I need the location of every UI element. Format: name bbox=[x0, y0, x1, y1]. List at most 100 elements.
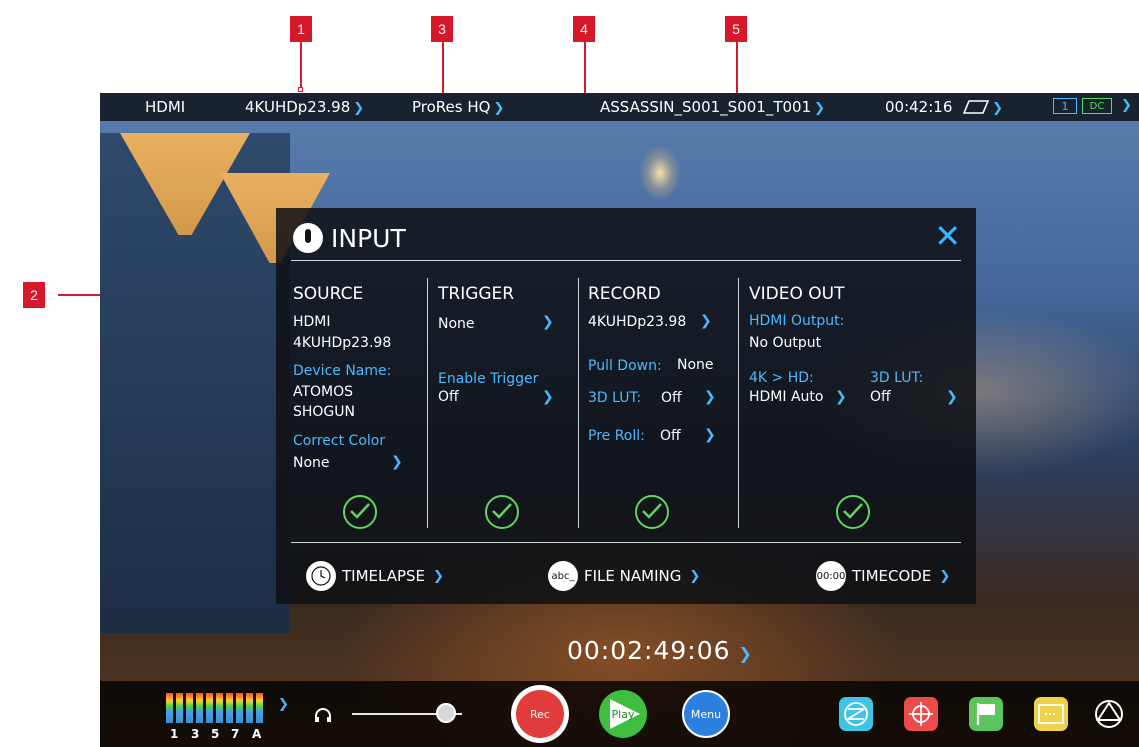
overlay-button[interactable] bbox=[1034, 697, 1068, 731]
status-clip-name-value: ASSASSIN_S001_S001_T001 bbox=[600, 98, 812, 116]
dc-power-icon[interactable]: DC bbox=[1082, 98, 1112, 114]
timecode-readout[interactable]: 00:02:49:06 ❯ bbox=[567, 636, 753, 665]
title-divider bbox=[291, 260, 961, 261]
meter-label: 7 bbox=[231, 727, 240, 741]
audio-meter bbox=[226, 693, 233, 723]
chevron-right-icon: ❯ bbox=[353, 101, 365, 116]
timecode-button[interactable]: 00:00 TIMECODE ❯ bbox=[816, 561, 950, 591]
headphones-icon bbox=[315, 708, 331, 722]
device-screen: HDMI 4KUHDp23.98 ❯ ProRes HQ ❯ ASSASSIN_S0… bbox=[100, 93, 1139, 747]
video-out-lut-value[interactable]: Off bbox=[870, 389, 891, 405]
video-out-heading: VIDEO OUT bbox=[749, 284, 845, 304]
rec-button[interactable]: Rec bbox=[511, 685, 569, 743]
source-format: 4KUHDp23.98 bbox=[293, 335, 392, 351]
status-codec-value: ProRes HQ bbox=[412, 98, 491, 116]
pull-down-label: Pull Down: bbox=[588, 358, 662, 374]
volume-slider[interactable] bbox=[352, 703, 462, 723]
timecode-label: TIMECODE bbox=[852, 567, 932, 585]
record-lut-value[interactable]: Off bbox=[661, 390, 682, 406]
input-icon bbox=[293, 223, 323, 253]
close-icon[interactable]: ✕ bbox=[934, 220, 961, 252]
volume-slider-thumb[interactable] bbox=[435, 703, 456, 723]
crosshair-icon bbox=[909, 702, 933, 726]
device-name-line2: SHOGUN bbox=[293, 404, 356, 420]
menu-button[interactable]: Menu bbox=[682, 690, 730, 738]
audio-meter bbox=[196, 693, 203, 723]
timelapse-button[interactable]: TIMELAPSE ❯ bbox=[306, 561, 444, 591]
chevron-right-icon[interactable]: ❯ bbox=[946, 389, 958, 405]
device-name-line1: ATOMOS bbox=[293, 384, 354, 400]
chevron-right-icon[interactable]: ❯ bbox=[704, 389, 716, 405]
record-format[interactable]: 4KUHDp23.98 bbox=[588, 314, 686, 330]
enable-trigger-label: Enable Trigger bbox=[438, 371, 539, 387]
chevron-right-icon: ❯ bbox=[939, 568, 951, 584]
flag-icon bbox=[976, 703, 995, 725]
chevron-right-icon: ❯ bbox=[992, 101, 1004, 116]
rec-label: Rec bbox=[530, 707, 550, 721]
chevron-right-icon[interactable]: ❯ bbox=[278, 697, 289, 712]
chevron-right-icon[interactable]: ❯ bbox=[704, 427, 716, 443]
trigger-ok-check-icon bbox=[485, 495, 519, 529]
callout-3: 3 bbox=[431, 16, 453, 42]
pre-roll-label: Pre Roll: bbox=[588, 428, 645, 444]
callout-1-leader bbox=[300, 42, 302, 89]
battery-icon[interactable]: 1 bbox=[1053, 98, 1077, 114]
enable-trigger-value[interactable]: Off bbox=[438, 389, 459, 405]
status-format-value: 4KUHDp23.98 bbox=[245, 98, 351, 116]
file-naming-button[interactable]: abc_ FILE NAMING ❯ bbox=[548, 561, 700, 591]
clock-icon bbox=[306, 561, 336, 591]
audio-meter bbox=[206, 693, 213, 723]
column-divider bbox=[427, 278, 428, 528]
tag-button[interactable] bbox=[969, 697, 1003, 731]
chevron-right-icon: ❯ bbox=[433, 568, 444, 584]
chevron-right-icon[interactable]: ❯ bbox=[700, 313, 712, 329]
source-heading: SOURCE bbox=[293, 284, 364, 304]
status-codec[interactable]: ProRes HQ ❯ bbox=[412, 98, 504, 116]
timelapse-label: TIMELAPSE bbox=[342, 567, 426, 585]
chevron-right-icon: ❯ bbox=[493, 101, 505, 116]
bottom-divider bbox=[291, 542, 961, 543]
audio-meter bbox=[186, 693, 193, 723]
zebra-icon bbox=[844, 702, 868, 726]
clapperboard-icon: abc_ bbox=[548, 561, 578, 591]
audio-meter bbox=[246, 693, 253, 723]
meter-label: 3 bbox=[191, 727, 200, 741]
play-button[interactable]: Play bbox=[599, 690, 647, 738]
rec-button-face: Rec bbox=[516, 690, 564, 738]
disk-icon bbox=[962, 100, 990, 114]
status-remaining-time[interactable]: 00:42:16 ❯ bbox=[885, 98, 1003, 116]
audio-meter bbox=[236, 693, 243, 723]
pre-roll-value[interactable]: Off bbox=[660, 428, 681, 444]
video-out-lut-label: 3D LUT: bbox=[870, 370, 924, 386]
status-source[interactable]: HDMI bbox=[145, 98, 185, 116]
meter-label: 5 bbox=[211, 727, 220, 741]
focus-peaking-button[interactable] bbox=[839, 697, 873, 731]
chevron-right-icon[interactable]: ❯ bbox=[542, 314, 554, 330]
chevron-right-icon[interactable]: ❯ bbox=[835, 389, 847, 405]
source-input: HDMI bbox=[293, 314, 331, 330]
trigger-value[interactable]: None bbox=[438, 316, 475, 332]
chevron-right-icon[interactable]: ❯ bbox=[391, 454, 403, 470]
record-heading: RECORD bbox=[588, 284, 661, 304]
pull-down-value: None bbox=[677, 357, 714, 373]
atomos-logo-icon[interactable] bbox=[1093, 698, 1125, 730]
panel-title: INPUT bbox=[331, 224, 406, 253]
callout-5: 5 bbox=[725, 16, 747, 42]
audio-meter bbox=[176, 693, 183, 723]
crosshair-button[interactable] bbox=[904, 697, 938, 731]
meter-label: A bbox=[252, 727, 262, 741]
status-format[interactable]: 4KUHDp23.98 ❯ bbox=[245, 98, 364, 116]
downconvert-value[interactable]: HDMI Auto bbox=[749, 389, 823, 405]
device-name-label: Device Name: bbox=[293, 363, 392, 379]
chevron-right-icon: ❯ bbox=[814, 101, 826, 116]
correct-color-value[interactable]: None bbox=[293, 455, 330, 471]
video-out-ok-check-icon bbox=[836, 495, 870, 529]
audio-meter bbox=[166, 693, 173, 723]
chevron-right-icon[interactable]: ❯ bbox=[1121, 98, 1132, 113]
chevron-right-icon: ❯ bbox=[738, 644, 753, 663]
timecode-value: 00:02:49:06 bbox=[567, 636, 731, 665]
status-clip-name[interactable]: ASSASSIN_S001_S001_T001 ❯ bbox=[600, 98, 825, 116]
hdmi-output-value[interactable]: No Output bbox=[749, 335, 821, 351]
bottom-bar: 1 3 5 7 A ❯ Rec Play Menu bbox=[100, 681, 1139, 747]
chevron-right-icon[interactable]: ❯ bbox=[542, 389, 554, 405]
